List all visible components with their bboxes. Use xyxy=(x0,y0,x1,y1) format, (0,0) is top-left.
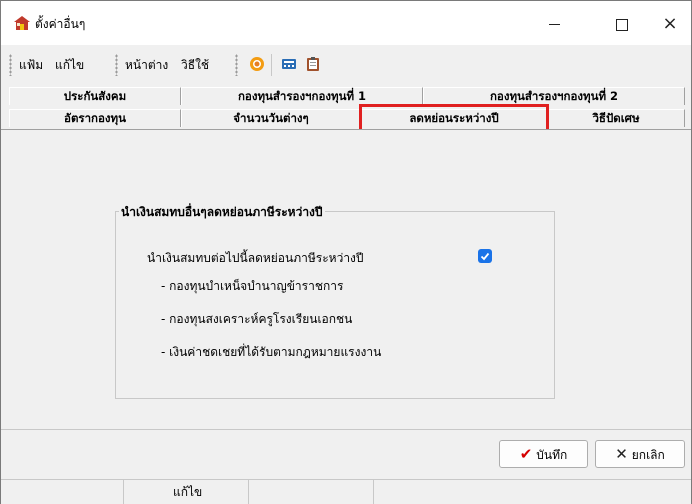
status-cell xyxy=(249,480,374,504)
close-icon: ✕ xyxy=(615,445,628,463)
maximize-icon xyxy=(616,18,628,31)
toolbar-grip-icon[interactable] xyxy=(115,54,118,76)
checkmark-icon: ✔ xyxy=(519,445,533,463)
save-button[interactable]: ✔ บันทึก xyxy=(499,440,588,468)
deduction-checkbox[interactable] xyxy=(478,249,492,263)
maximize-button[interactable] xyxy=(599,11,645,37)
list-item: - กองทุนสงเคราะห์ครูโรงเรียนเอกชน xyxy=(161,312,353,326)
minimize-button[interactable] xyxy=(531,11,577,37)
calculator-icon[interactable] xyxy=(281,56,297,72)
tab-provident-fund-2[interactable]: กองทุนสำรองฯกองทุนที่ 2 xyxy=(423,87,685,105)
tab-provident-fund-1[interactable]: กองทุนสำรองฯกองทุนที่ 1 xyxy=(181,87,423,105)
deduction-groupbox xyxy=(115,211,555,399)
menu-window[interactable]: หน้าต่าง xyxy=(125,56,168,75)
status-mode: แก้ไข xyxy=(123,480,249,504)
tab-day-counts[interactable]: จำนวนวันต่างๆ xyxy=(181,109,361,127)
toolbar-grip-icon[interactable] xyxy=(235,54,238,76)
toolbar-separator xyxy=(271,54,272,76)
list-item: - กองทุนบำเหน็จบำนาญข้าราชการ xyxy=(161,279,344,293)
close-button[interactable]: × xyxy=(647,11,692,37)
cancel-label: ยกเลิก xyxy=(631,448,665,462)
menu-file[interactable]: แฟ้ม xyxy=(19,56,43,75)
tab-rounding[interactable]: วิธีปัดเศษ xyxy=(547,109,685,127)
divider xyxy=(1,429,691,430)
close-icon: × xyxy=(662,13,678,34)
status-bar: แก้ไข xyxy=(1,479,691,504)
tab-social-security[interactable]: ประกันสังคม xyxy=(9,87,181,105)
cancel-button[interactable]: ✕ ยกเลิก xyxy=(595,440,685,468)
minimize-icon xyxy=(548,24,560,25)
tab-row-2: อัตรากองทุน จำนวนวันต่างๆ ลดหย่อนระหว่าง… xyxy=(1,109,691,127)
tab-row-1: ประกันสังคม กองทุนสำรองฯกองทุนที่ 1 กองท… xyxy=(1,87,691,105)
list-item: - เงินค่าชดเชยที่ได้รับตามกฎหมายแรงงาน xyxy=(161,345,382,359)
clipboard-icon[interactable] xyxy=(305,56,321,72)
menu-edit[interactable]: แก้ไข xyxy=(55,56,84,75)
settings-window: ตั้งค่าอื่นๆ × แฟ้ม แก้ไข หน้าต่าง วิธีใ… xyxy=(0,0,692,504)
record-icon[interactable] xyxy=(249,56,265,72)
deduction-option-label: นำเงินสมทบต่อไปนี้ลดหย่อนภาษีระหว่างปี xyxy=(147,251,364,265)
title-bar: ตั้งค่าอื่นๆ × xyxy=(1,1,691,45)
menu-bar: แฟ้ม แก้ไข หน้าต่าง วิธีใช้ xyxy=(1,45,691,83)
window-title: ตั้งค่าอื่นๆ xyxy=(35,17,86,31)
house-app-icon xyxy=(13,15,31,31)
group-title: นำเงินสมทบอื่นๆลดหย่อนภาษีระหว่างปี xyxy=(119,203,325,222)
toolbar-grip-icon[interactable] xyxy=(9,54,12,76)
tab-fund-rate[interactable]: อัตรากองทุน xyxy=(9,109,181,127)
check-icon xyxy=(480,252,490,261)
menu-help[interactable]: วิธีใช้ xyxy=(181,56,209,75)
save-label: บันทึก xyxy=(536,448,568,462)
status-cell xyxy=(1,480,124,504)
